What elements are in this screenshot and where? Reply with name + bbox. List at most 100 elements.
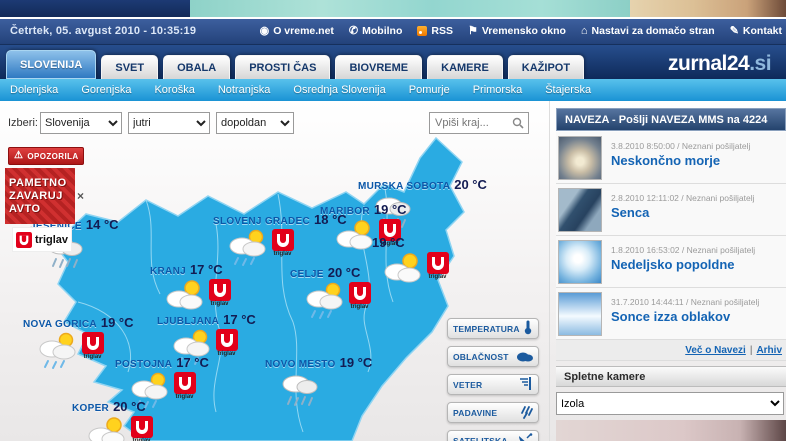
more-naveza-link[interactable]: Več o Navezi [685,345,746,356]
city-name-label: SLOVENJ GRADEC [213,216,310,227]
nav-tabs: SLOVENIJASVETOBALAPROSTI ČASBIOVREMEKAME… [6,50,584,79]
panel-divider [549,101,550,441]
header-link-vremensko-okno[interactable]: ⚑Vremensko okno [468,25,566,37]
ad-text-line: ZAVARUJ [9,190,71,203]
triglav-logo-label: triglav [217,351,235,357]
city-koper[interactable]: KOPER20 °Ctriglav [72,398,153,441]
region-link-dolenjska[interactable]: Dolenjska [10,84,58,96]
tab-biovreme[interactable]: BIOVREME [335,55,422,79]
city-label-row: KOPER20 °C [72,398,153,416]
tab-prosti-cas[interactable]: PROSTI ČAS [235,55,330,79]
region-subnav: Dolenjska Gorenjska Koroška Notranjska Osred… [0,79,786,101]
layer-button-satelitska[interactable]: SATELITSKA [447,430,539,441]
webcam-select[interactable]: Izola [556,392,784,415]
header-bar: Četrtek, 05. avgust 2010 - 10:35:19 ◉O v… [0,19,786,45]
naveza-header: NAVEZA - Pošlji NAVEZA MMS na 4224 [556,108,786,131]
city-unnamed[interactable]: 19 °C triglav [368,234,449,289]
cloud-icon [516,350,533,364]
city-novo-mesto[interactable]: NOVO MESTO19 °C [265,354,372,413]
tab-kamere[interactable]: KAMERE [427,55,503,79]
daypart-select[interactable]: dopoldan [216,112,294,134]
naveza-footer: Več o Navezi | Arhiv [556,340,786,361]
mms-thumbnail[interactable] [558,188,602,232]
pencil-icon: ✎ [730,26,739,36]
sun-cloud-rain-icon [227,229,269,272]
header-link-kontakt[interactable]: ✎Kontakt [730,25,782,37]
sun-cloud-rain-icon [304,282,346,325]
mms-thumbnail[interactable] [558,292,602,336]
warnings-button[interactable]: ⚠ OPOZORILA [8,147,84,165]
mms-title-link[interactable]: Neskončno morje [611,153,750,168]
archive-link[interactable]: Arhiv [756,345,782,356]
header-link-mobilno[interactable]: ✆Mobilno [349,25,402,37]
tab-obala[interactable]: OBALA [163,55,230,79]
triglav-logo-icon: triglav [426,252,449,280]
region-link-pomurje[interactable]: Pomurje [409,84,450,96]
city-celje[interactable]: CELJE20 °Ctriglav [290,264,371,325]
city-name-label: NOVO MESTO [265,359,336,370]
search-box [429,112,529,134]
region-link-gorenjska[interactable]: Gorenjska [81,84,131,96]
city-name-label: NOVA GORICA [23,319,97,330]
mms-item-text: 31.7.2010 14:44:11 / Neznani pošiljatelj… [611,292,759,335]
triglav-logo-label: triglav [428,274,446,280]
tab-kazipot[interactable]: KAŽIPOT [508,55,584,79]
mms-thumbnail[interactable] [558,136,602,180]
triglav-logo-label: triglav [175,394,193,400]
mms-date: 3.8.2010 8:50:00 / Neznani pošiljatelj [611,141,750,151]
area-select[interactable]: Slovenija [40,112,122,134]
city-kranj[interactable]: KRANJ17 °Ctriglav [150,261,231,316]
triglav-logo-icon: triglav [173,372,196,400]
city-icons [279,372,372,413]
header-link-nastavi-za-domaco-stran[interactable]: ⌂Nastavi za domačo stran [581,25,715,37]
phone-icon: ✆ [349,26,358,36]
tab-slovenija[interactable]: SLOVENIJA [6,50,96,79]
layer-button-veter[interactable]: VETER [447,374,539,395]
mms-date: 2.8.2010 12:11:02 / Neznani pošiljatelj [611,193,755,203]
city-temp-label: 20 °C [328,265,361,280]
region-link-osrednja-slovenija[interactable]: Osrednja Slovenija [293,84,385,96]
zurnal24-logo[interactable]: zurnal24.si [668,52,771,76]
triglav-ad-banner[interactable]: PAMETNO ZAVARUJ AVTO [5,168,75,224]
city-name-label: POSTOJNA [115,359,172,370]
region-link-primorska[interactable]: Primorska [473,84,523,96]
layer-button-label: SATELITSKA [453,436,508,441]
city-label-row: NOVA GORICA19 °C [23,314,134,332]
mms-title-link[interactable]: Sonce izza oblakov [611,309,759,324]
tab-svet[interactable]: SVET [101,55,158,79]
logo-main-text: zurnal24 [668,52,749,75]
warning-icon: ⚠ [14,151,23,161]
mms-thumbnail[interactable] [558,240,602,284]
layer-button-padavine[interactable]: PADAVINE [447,402,539,423]
city-temp-label: 19 °C [372,235,405,250]
day-select[interactable]: jutri [128,112,210,134]
rss-icon [417,26,427,36]
satellite-icon [517,433,533,441]
triglav-brand-box[interactable]: triglav [12,227,72,252]
city-name-label: LJUBLJANA [157,316,219,327]
triglav-logo-icon: triglav [208,279,231,307]
triglav-logo-icon: triglav [215,329,238,357]
webcam-preview[interactable] [556,420,786,441]
ad-close-icon[interactable]: × [77,190,84,202]
layer-button-oblacnost[interactable]: OBLAČNOST [447,346,539,367]
city-icons: triglav [86,416,153,441]
header-link-o-vreme-net[interactable]: ◉O vreme.net [260,25,334,37]
city-name-label: MURSKA SOBOTA [358,181,450,192]
layer-button-label: TEMPERATURA [453,324,520,334]
region-link-koroska[interactable]: Koroška [154,84,194,96]
rain-icon [520,405,533,421]
header-link-rss[interactable]: RSS [417,25,453,37]
region-link-stajerska[interactable]: Štajerska [545,84,591,96]
city-name-label: KOPER [72,403,109,414]
region-link-notranjska[interactable]: Notranjska [218,84,271,96]
wind-icon [519,376,533,393]
mms-title-link[interactable]: Nedeljsko popoldne [611,257,755,272]
triglav-logo-icon [16,232,32,248]
mms-title-link[interactable]: Senca [611,205,755,220]
header-links: ◉O vreme.net ✆Mobilno RSS ⚑Vremensko okno ⌂N… [260,25,782,37]
vreme-net-page: Četrtek, 05. avgust 2010 - 10:35:19 ◉O v… [0,0,786,441]
layer-button-temperatura[interactable]: TEMPERATURA [447,318,539,339]
search-icon[interactable] [512,116,526,130]
mms-list-item: 1.8.2010 16:53:02 / Neznani pošiljateljN… [556,236,786,288]
